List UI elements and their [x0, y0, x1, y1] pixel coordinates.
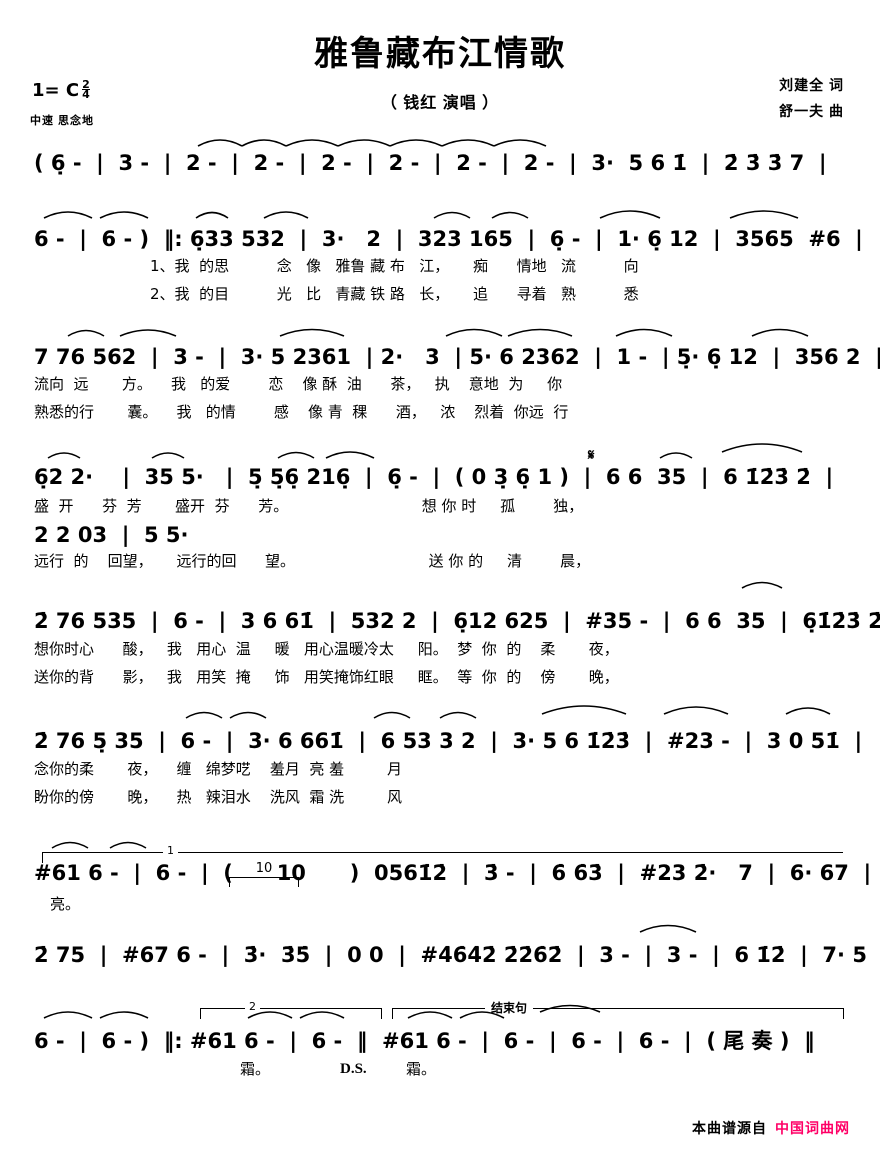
music-line-2-lyric-verse1: 1、我 的思 念 像 雅鲁 藏 布 江， 痴 情地 流 向 — [150, 257, 639, 275]
time-signature-denominator: 4 — [82, 88, 90, 101]
music-line-5-lyric-verse2: 送你的背 影， 我 用笑 掩 饰 用笑掩饰红眼 眶。 等 你 的 傍 晚， — [34, 668, 619, 686]
music-line-4-notes-alt: 2 2 03 | 5 5· — [34, 523, 189, 547]
time-signature: 24 — [82, 79, 90, 101]
music-line-4-lyric-verse1: 盛 开 芬 芳 盛开 芬 芳。 想 你 时 孤 独， — [34, 497, 584, 515]
music-line-1-notes: ( 6̣ - | 3 - | 2 - | 2 - | 2 - | 2 - | 2… — [34, 151, 827, 175]
music-line-9-lyric-a: 霜。 — [240, 1060, 271, 1078]
composer-credit: 舒一夫 曲 — [779, 103, 844, 119]
music-line-2-notes: 6 - | 6 - ) ‖: 6̣33 532 | 3· 2 | 323 165… — [34, 227, 863, 251]
music-line-3-lyric-verse2: 熟悉的行 囊。 我 的情 感 像 青 稞 酒， 浓 烈着 你远 行 — [34, 403, 569, 421]
coda-label: 结束句 — [485, 999, 534, 1016]
music-line-2-lyric-verse2: 2、我 的目 光 比 青藏 铁 路 长， 追 寻着 熟 悉 — [150, 285, 639, 303]
multimeasure-rest: 10 — [229, 861, 299, 887]
key-signature-text: 1= C — [32, 80, 80, 101]
source-prefix: 本曲谱源自 — [692, 1120, 767, 1136]
music-line-6-notes: 2̇ 76 5̣ 35 | 6 - | 3· 6 661̇ | 6 53 3 2… — [34, 729, 863, 753]
music-line-7-lyric: 亮。 — [50, 895, 81, 913]
key-signature: 1= C24 — [32, 79, 90, 101]
credits: 刘建全 词 舒一夫 曲 — [779, 72, 844, 124]
music-line-4-notes: 6̣2 2· | 35 5· | 5̣ 5̣6̣ 216̣ | 6̣ - | (… — [34, 465, 834, 489]
music-line-9-notes: 6 - | 6 - ) ‖: #61 6 - | 6 - ‖ #61 6 - |… — [34, 1029, 815, 1053]
lyricist-credit: 刘建全 词 — [779, 77, 844, 93]
tempo-marking: 中速 思念地 — [30, 115, 95, 127]
source-site-name[interactable]: 中国词曲网 — [775, 1120, 850, 1136]
music-line-6-lyric-verse1: 念你的柔 夜， 缠 绵梦呓 羞月 亮 羞 月 — [34, 760, 403, 778]
music-line-4-lyric-verse2: 远行 的 回望， 远行的回 望。 送 你 的 清 晨， — [34, 552, 591, 570]
music-line-9-lyric-b: 霜。 — [406, 1060, 437, 1078]
volta-1-number: 1 — [163, 844, 178, 857]
ds-marking: D.S. — [340, 1061, 367, 1077]
music-line-8-notes: 2̇ 75 | #67 6 - | 3̇· 3̇5̇ | 0 0 | #4̇6̇… — [34, 943, 880, 967]
music-line-5-notes: 2̇ 76 535 | 6 - | 3 6 61̇ | 532 2 | 6̣12… — [34, 609, 880, 633]
music-line-3-notes: 7 76 562 | 3 - | 3· 5 2361 | 2· 3 | 5· 6… — [34, 345, 880, 369]
singer-credit: （ 钱红 演唱 ） — [380, 95, 500, 112]
music-line-5-lyric-verse1: 想你时心 酸， 我 用心 温 暖 用心温暖冷太 阳。 梦 你 的 柔 夜， — [34, 640, 619, 658]
music-line-7-notes: #61 6 - | 6 - | ( 10 ) 0561̇2̇ | 3̇ - | … — [34, 861, 880, 885]
volta-2-number: 2 — [245, 1000, 260, 1013]
segno-icon: 𝄋 — [588, 447, 595, 464]
music-line-3-lyric-verse1: 流向 远 方。 我 的爱 恋 像 酥 油 茶， 执 意地 为 你 — [34, 375, 563, 393]
source-footer: 本曲谱源自 中国词曲网 — [692, 1118, 850, 1138]
page-title: 雅鲁藏布江情歌 — [314, 34, 566, 74]
music-line-6-lyric-verse2: 盼你的傍 晚， 热 辣泪水 洗风 霜 洗 风 — [34, 788, 403, 806]
coda-bracket: 结束句 — [392, 999, 844, 1019]
sheet-music-page: 雅鲁藏布江情歌 （ 钱红 演唱 ） 刘建全 词 舒一夫 曲 1= C24 中速 … — [0, 0, 880, 1152]
multimeasure-rest-count: 10 — [255, 861, 273, 876]
volta-bracket-2: 2 — [200, 1000, 382, 1019]
